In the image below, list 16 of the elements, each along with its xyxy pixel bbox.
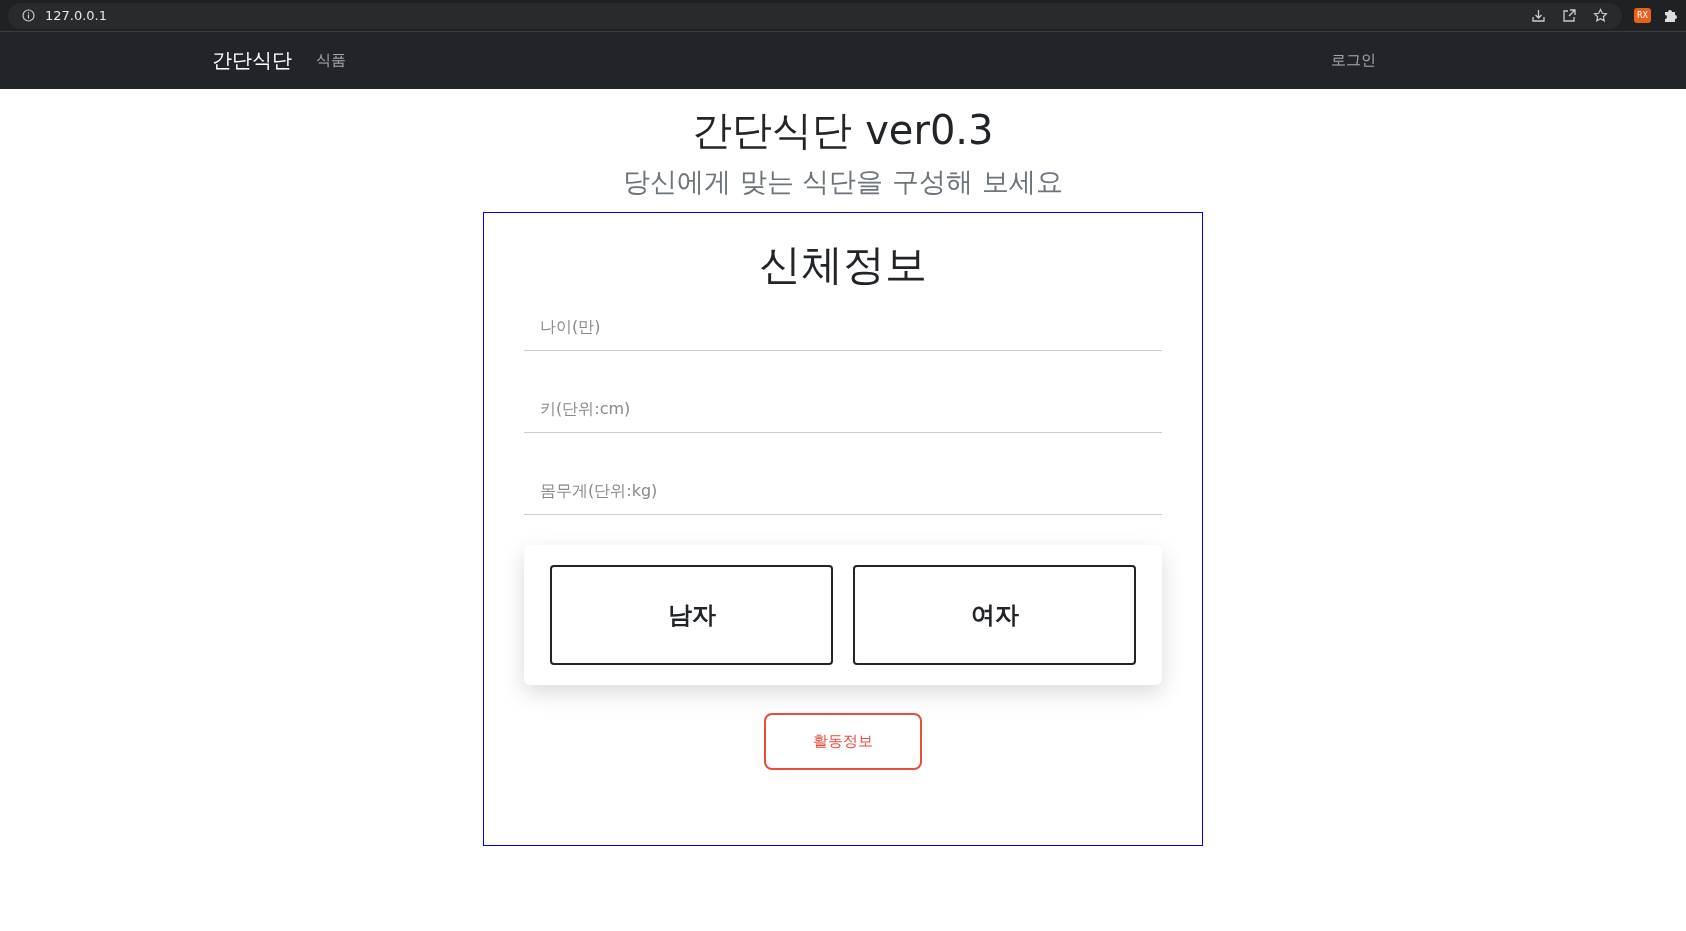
url-text: 127.0.0.1 [45, 8, 108, 23]
info-icon[interactable] [22, 9, 35, 22]
address-bar[interactable]: 127.0.0.1 [8, 2, 1622, 29]
puzzle-icon[interactable] [1663, 8, 1678, 23]
download-icon[interactable] [1530, 8, 1546, 23]
login-link[interactable]: 로그인 [1331, 51, 1376, 70]
activity-info-button[interactable]: 활동정보 [764, 713, 922, 770]
star-icon[interactable] [1592, 8, 1608, 23]
brand-link[interactable]: 간단식단 [212, 47, 292, 74]
nav-link[interactable]: 식품 [316, 51, 346, 70]
form-title: 신체정보 [759, 239, 927, 291]
gender-button[interactable]: 여자 [853, 565, 1136, 665]
gender-button[interactable]: 남자 [550, 565, 833, 665]
page-subtitle: 당신에게 맞는 식단을 구성해 보세요 [623, 165, 1063, 199]
page-title: 간단식단 ver0.3 [692, 106, 994, 155]
share-icon[interactable] [1561, 8, 1577, 23]
